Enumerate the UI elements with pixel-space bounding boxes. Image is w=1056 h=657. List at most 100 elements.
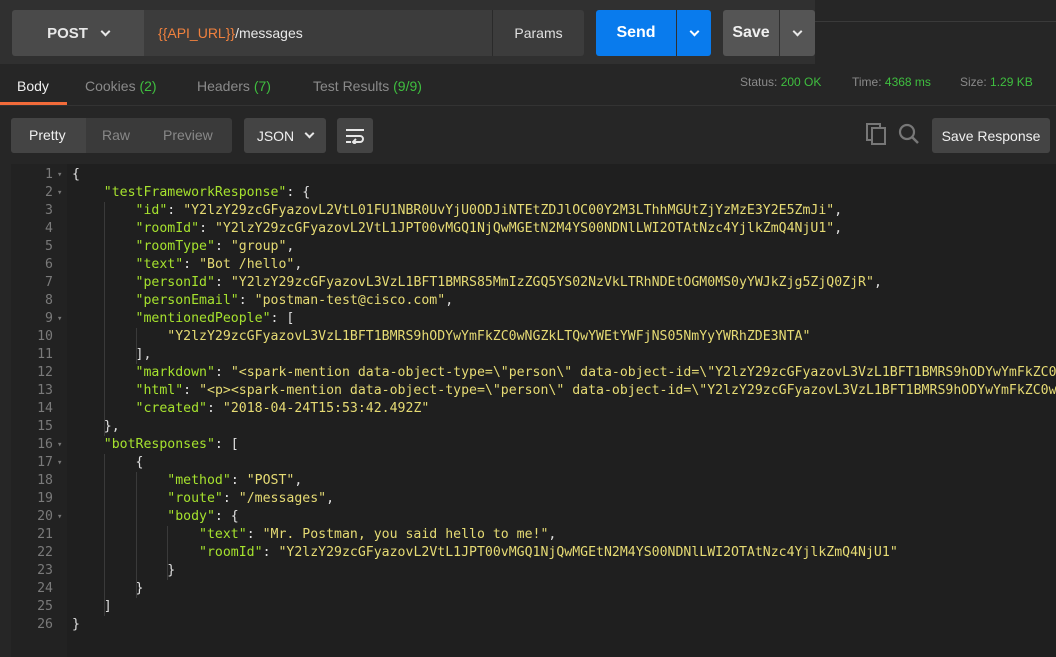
chevron-down-icon <box>792 26 803 36</box>
format-raw-button[interactable]: Raw <box>102 127 130 143</box>
fold-toggle-icon[interactable]: ▾ <box>57 310 67 328</box>
json-punctuation: : <box>238 293 255 308</box>
json-key: "method" <box>167 473 231 488</box>
json-string: "POST" <box>246 473 295 488</box>
line-number: 9 <box>45 311 53 326</box>
json-key: "roomId" <box>135 221 200 236</box>
fold-toggle-icon[interactable]: ▾ <box>57 508 67 526</box>
line-number: 25 <box>37 599 53 614</box>
send-dropdown-button[interactable] <box>677 10 711 56</box>
code-text: } <box>72 616 80 634</box>
status-value: 200 OK <box>780 75 822 89</box>
json-punctuation: ] <box>72 599 112 614</box>
tab-label: Body <box>17 78 49 94</box>
fold-toggle-icon[interactable]: ▾ <box>57 184 67 202</box>
language-dropdown[interactable]: JSON <box>244 118 326 153</box>
json-punctuation: , <box>873 275 882 290</box>
line-number: 6 <box>45 257 53 272</box>
fold-toggle-icon[interactable]: ▾ <box>57 166 67 184</box>
json-string: "postman-test@cisco.com" <box>254 293 446 308</box>
wrap-lines-button[interactable] <box>337 118 373 153</box>
code-text: "route": "/messages", <box>72 490 334 508</box>
line-number: 8 <box>45 293 53 308</box>
line-number: 19 <box>37 491 53 506</box>
json-punctuation: } <box>72 581 144 596</box>
json-key: "personId" <box>135 275 215 290</box>
time-label: Time: <box>852 75 882 89</box>
search-icon[interactable] <box>898 122 920 146</box>
json-string: "Y2lzY29zcGFyazovL2VtL01FU1NBR0UvYjU0ODJ… <box>183 203 835 218</box>
top-right-area <box>815 0 1056 64</box>
line-number: 7 <box>45 275 53 290</box>
wrap-icon <box>346 128 364 144</box>
response-tabs: Body Cookies (2) Headers (7) Test Result… <box>0 64 1056 106</box>
tab-cookies[interactable]: Cookies (2) <box>85 78 157 94</box>
code-text: "created": "2018-04-24T15:53:42.492Z" <box>72 400 430 418</box>
url-input[interactable]: {{API_URL}}/messages <box>144 10 492 56</box>
chevron-down-icon <box>689 26 699 36</box>
line-number: 13 <box>37 383 53 398</box>
json-punctuation: , <box>834 203 843 218</box>
line-number: 10 <box>37 329 53 344</box>
json-punctuation <box>72 185 104 200</box>
json-key: "botResponses" <box>103 437 215 452</box>
json-string: "Y2lzY29zcGFyazovL3VzL1BFT1BMRS9hODYwYmF… <box>167 329 811 344</box>
json-punctuation: , <box>548 527 557 542</box>
json-punctuation: } <box>72 617 80 632</box>
code-text: "roomId": "Y2lzY29zcGFyazovL2VtL1JPT00vM… <box>72 220 843 238</box>
format-pretty-button[interactable]: Pretty <box>29 127 66 143</box>
code-line: 18 "method": "POST", <box>11 472 1056 490</box>
code-line: 11 ], <box>11 346 1056 364</box>
json-key: "id" <box>135 203 168 218</box>
save-dropdown-button[interactable] <box>780 10 815 56</box>
code-line: 7 "personId": "Y2lzY29zcGFyazovL3VzL1BFT… <box>11 274 1056 292</box>
tab-headers[interactable]: Headers (7) <box>197 78 271 94</box>
code-line: 6 "text": "Bot /hello", <box>11 256 1056 274</box>
json-punctuation: : <box>183 257 200 272</box>
line-number: 11 <box>37 347 53 362</box>
json-punctuation: , <box>834 221 843 236</box>
code-text: { <box>72 454 144 472</box>
save-button[interactable]: Save <box>723 10 779 56</box>
json-punctuation: : <box>167 203 184 218</box>
tab-body[interactable]: Body <box>17 78 49 94</box>
code-line: 3 "id": "Y2lzY29zcGFyazovL2VtL01FU1NBR0U… <box>11 202 1056 220</box>
time-readout: Time: 4368 ms <box>852 75 931 89</box>
json-key: "markdown" <box>135 365 215 380</box>
tab-count: (2) <box>139 78 157 94</box>
code-line: 17 ▾ { <box>11 454 1056 472</box>
params-button[interactable]: Params <box>492 10 584 56</box>
code-text: "roomType": "group", <box>72 238 295 256</box>
time-value: 4368 ms <box>884 75 931 89</box>
size-readout: Size: 1.29 KB <box>960 75 1033 89</box>
code-text: "botResponses": [ <box>72 436 239 454</box>
json-string: "Y2lzY29zcGFyazovL3VzL1BFT1BMRS85MmIzZGQ… <box>230 275 874 290</box>
json-punctuation: : { <box>214 509 239 524</box>
code-line: 19 "route": "/messages", <box>11 490 1056 508</box>
indent-guide <box>135 328 137 364</box>
save-response-button[interactable]: Save Response <box>932 118 1050 153</box>
code-text: "text": "Mr. Postman, you said hello to … <box>72 526 556 544</box>
response-body-editor[interactable]: 1 ▾{2 ▾ "testFrameworkResponse": {3 "id": … <box>11 164 1056 657</box>
method-dropdown[interactable]: POST <box>12 10 144 56</box>
send-button[interactable]: Send <box>596 10 676 56</box>
json-punctuation: } <box>72 563 176 578</box>
line-number: 23 <box>37 563 53 578</box>
format-preview-button[interactable]: Preview <box>163 127 213 143</box>
indent-guide <box>103 202 105 436</box>
code-text: "body": { <box>72 508 239 526</box>
fold-toggle-icon[interactable]: ▾ <box>57 436 67 454</box>
tab-count: (9/9) <box>393 78 422 94</box>
chevron-down-icon <box>304 128 315 139</box>
divider <box>815 21 1056 22</box>
fold-toggle-icon[interactable]: ▾ <box>57 454 67 472</box>
json-key: "personEmail" <box>135 293 239 308</box>
postman-window: POST {{API_URL}}/messages Params Send Sa… <box>0 0 1056 657</box>
copy-icon[interactable] <box>865 122 887 146</box>
line-number: 3 <box>45 203 53 218</box>
tab-label: Headers <box>197 78 250 94</box>
code-text: "method": "POST", <box>72 472 302 490</box>
indent-guide <box>103 454 105 616</box>
json-punctuation: : { <box>286 185 311 200</box>
tab-test-results[interactable]: Test Results (9/9) <box>313 78 422 94</box>
